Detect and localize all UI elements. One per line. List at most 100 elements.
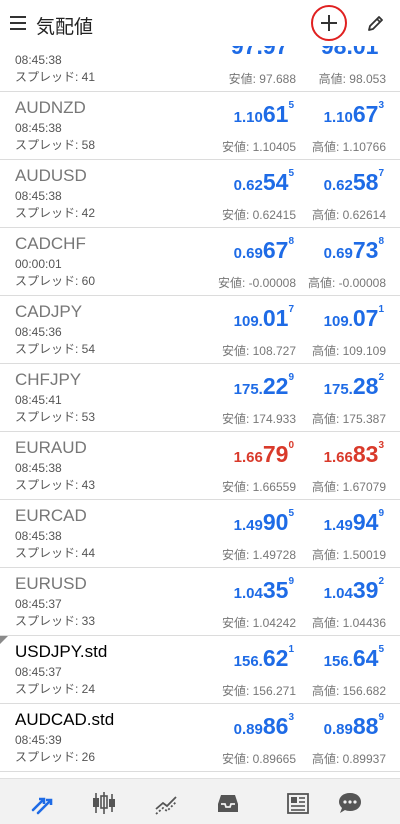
- symbol-name: CHFJPY: [15, 370, 82, 389]
- high-value: 156.682: [342, 684, 386, 698]
- quote-time: 00:00:01: [15, 257, 62, 271]
- ask-price-pip: 5: [378, 644, 384, 655]
- bid-price[interactable]: 1.66790: [234, 440, 294, 468]
- candlestick-chart-icon: [93, 792, 115, 814]
- bid-price[interactable]: 0.62545: [234, 168, 294, 196]
- quote-time: 08:45:39: [15, 733, 62, 747]
- high-label: 高値:: [311, 344, 343, 358]
- ask-price[interactable]: 0.89889: [324, 712, 384, 740]
- high-label: 高値:: [307, 276, 339, 290]
- spread-text: スプレッド: 58: [15, 136, 95, 153]
- low-value: 0.62415: [252, 208, 296, 222]
- ask-price[interactable]: 1.66833: [324, 440, 384, 468]
- bid-price[interactable]: 156.621: [234, 644, 294, 672]
- spread-label: スプレッド:: [15, 342, 82, 356]
- tab-quotes[interactable]: [28, 789, 56, 817]
- spread-value: 58: [81, 138, 96, 152]
- bid-price[interactable]: 175.229: [234, 372, 294, 400]
- high-price: 高値: 1.04436: [312, 614, 386, 631]
- spread-value: 26: [81, 750, 96, 764]
- bid-price[interactable]: 97.977: [231, 46, 294, 60]
- ask-price[interactable]: 1.10673: [324, 100, 384, 128]
- ask-price[interactable]: 98.018: [321, 46, 384, 60]
- high-label: 高値:: [311, 548, 343, 562]
- bid-price[interactable]: 1.04359: [234, 576, 294, 604]
- quote-row[interactable]: CADJPY 08:45:36 スプレッド: 54 109.017 109.071 安値:…: [0, 296, 400, 364]
- ask-price-small: 1.04: [323, 585, 353, 602]
- symbol-name: EURUSD: [15, 574, 87, 593]
- ask-price-small: 175.: [323, 381, 353, 398]
- spread-text: スプレッド: 41: [15, 68, 95, 85]
- quote-row[interactable]: AUDUSD 08:45:38 スプレッド: 42 0.62545 0.62587 安値:…: [0, 160, 400, 228]
- bid-price[interactable]: 1.49905: [234, 508, 294, 536]
- bid-price[interactable]: 109.017: [234, 304, 294, 332]
- ask-price-pip: 8: [378, 236, 384, 247]
- bid-price-pip: 7: [288, 304, 294, 315]
- bid-price-small: 0.89: [233, 721, 263, 738]
- tab-news[interactable]: [284, 789, 312, 817]
- quote-row[interactable]: CHFJPY 08:45:41 スプレッド: 53 175.229 175.282 安値:…: [0, 364, 400, 432]
- spread-value: 44: [81, 546, 96, 560]
- ask-price-pip: 9: [378, 508, 384, 519]
- quote-row[interactable]: EURUSD 08:45:37 スプレッド: 33 1.04359 1.04392 安値:…: [0, 568, 400, 636]
- high-value: 1.50019: [342, 548, 386, 562]
- quotes-list[interactable]: AUDJPY08:45:38スプレッド: 4197.97798.018安値: 9…: [0, 46, 400, 778]
- quote-row[interactable]: EURAUD 08:45:38 スプレッド: 43 1.66790 1.66833 安値:…: [0, 432, 400, 500]
- ask-price[interactable]: 109.071: [324, 304, 384, 332]
- high-label: 高値:: [311, 140, 343, 154]
- tab-chart[interactable]: [90, 789, 118, 817]
- high-price: 高値: 1.67079: [312, 478, 386, 495]
- spread-label: スプレッド:: [15, 682, 82, 696]
- tab-history[interactable]: [214, 789, 242, 817]
- high-value: 175.387: [342, 412, 386, 426]
- low-label: 安値:: [217, 276, 249, 290]
- low-price: 安値: 108.727: [222, 342, 296, 359]
- spread-text: スプレッド: 43: [15, 476, 95, 493]
- high-value: -0.00008: [338, 276, 386, 290]
- bid-price[interactable]: 0.69678: [234, 236, 294, 264]
- low-price: 安値: 1.10405: [222, 138, 296, 155]
- ask-price-big: 58: [352, 169, 379, 195]
- bid-price-big: 35: [262, 577, 289, 603]
- hamburger-menu-icon[interactable]: [10, 16, 26, 30]
- bid-price[interactable]: 1.10615: [234, 100, 294, 128]
- ask-price[interactable]: 1.04392: [323, 576, 384, 604]
- quote-row[interactable]: AUDCAD.std 08:45:39 スプレッド: 26 0.89863 0.8988…: [0, 704, 400, 772]
- low-price: 安値: 156.271: [222, 682, 296, 699]
- tab-trade[interactable]: [152, 789, 180, 817]
- tab-chat[interactable]: [336, 789, 364, 817]
- high-price: 高値: 175.387: [312, 410, 386, 427]
- spread-text: スプレッド: 42: [15, 204, 95, 221]
- quote-row[interactable]: USDJPY.std 08:45:37 スプレッド: 24 156.621 156.64…: [0, 636, 400, 704]
- ask-price-small: 0.69: [323, 245, 353, 262]
- high-price: 高値: -0.00008: [308, 274, 386, 291]
- spread-text: スプレッド: 26: [15, 748, 95, 765]
- add-symbol-button[interactable]: [311, 5, 347, 41]
- spread-text: スプレッド: 54: [15, 340, 95, 357]
- ask-price-pip: 7: [378, 168, 384, 179]
- quote-row[interactable]: CADCHF 00:00:01 スプレッド: 60 0.69678 0.69738 安値:…: [0, 228, 400, 296]
- bid-price[interactable]: 0.89863: [233, 712, 294, 740]
- selection-corner-marker: [0, 636, 8, 644]
- edit-button[interactable]: [366, 13, 386, 38]
- spread-text: スプレッド: 60: [15, 272, 95, 289]
- high-value: 109.109: [342, 344, 386, 358]
- quote-row[interactable]: EURCAD 08:45:38 スプレッド: 44 1.49905 1.49949 安値:…: [0, 500, 400, 568]
- ask-price[interactable]: 175.282: [323, 372, 384, 400]
- spread-text: スプレッド: 44: [15, 544, 95, 561]
- quote-row[interactable]: AUDNZD 08:45:38 スプレッド: 58 1.10615 1.10673 安値:…: [0, 92, 400, 160]
- bid-price-pip: 9: [288, 576, 294, 587]
- bid-price-big: 67: [262, 237, 289, 263]
- ask-price[interactable]: 0.69738: [323, 236, 384, 264]
- bid-price-big: 54: [262, 169, 289, 195]
- ask-price[interactable]: 0.62587: [324, 168, 384, 196]
- bid-price-pip: 8: [288, 236, 294, 247]
- quote-row[interactable]: AUDJPY08:45:38スプレッド: 4197.97798.018安値: 9…: [0, 46, 400, 92]
- low-label: 安値:: [221, 684, 253, 698]
- ask-price[interactable]: 156.645: [324, 644, 384, 672]
- low-value: 1.04242: [252, 616, 296, 630]
- ask-price[interactable]: 1.49949: [324, 508, 384, 536]
- page-title: 気配値: [36, 17, 94, 38]
- pencil-icon: [368, 16, 383, 31]
- spread-label: スプレッド:: [15, 274, 82, 288]
